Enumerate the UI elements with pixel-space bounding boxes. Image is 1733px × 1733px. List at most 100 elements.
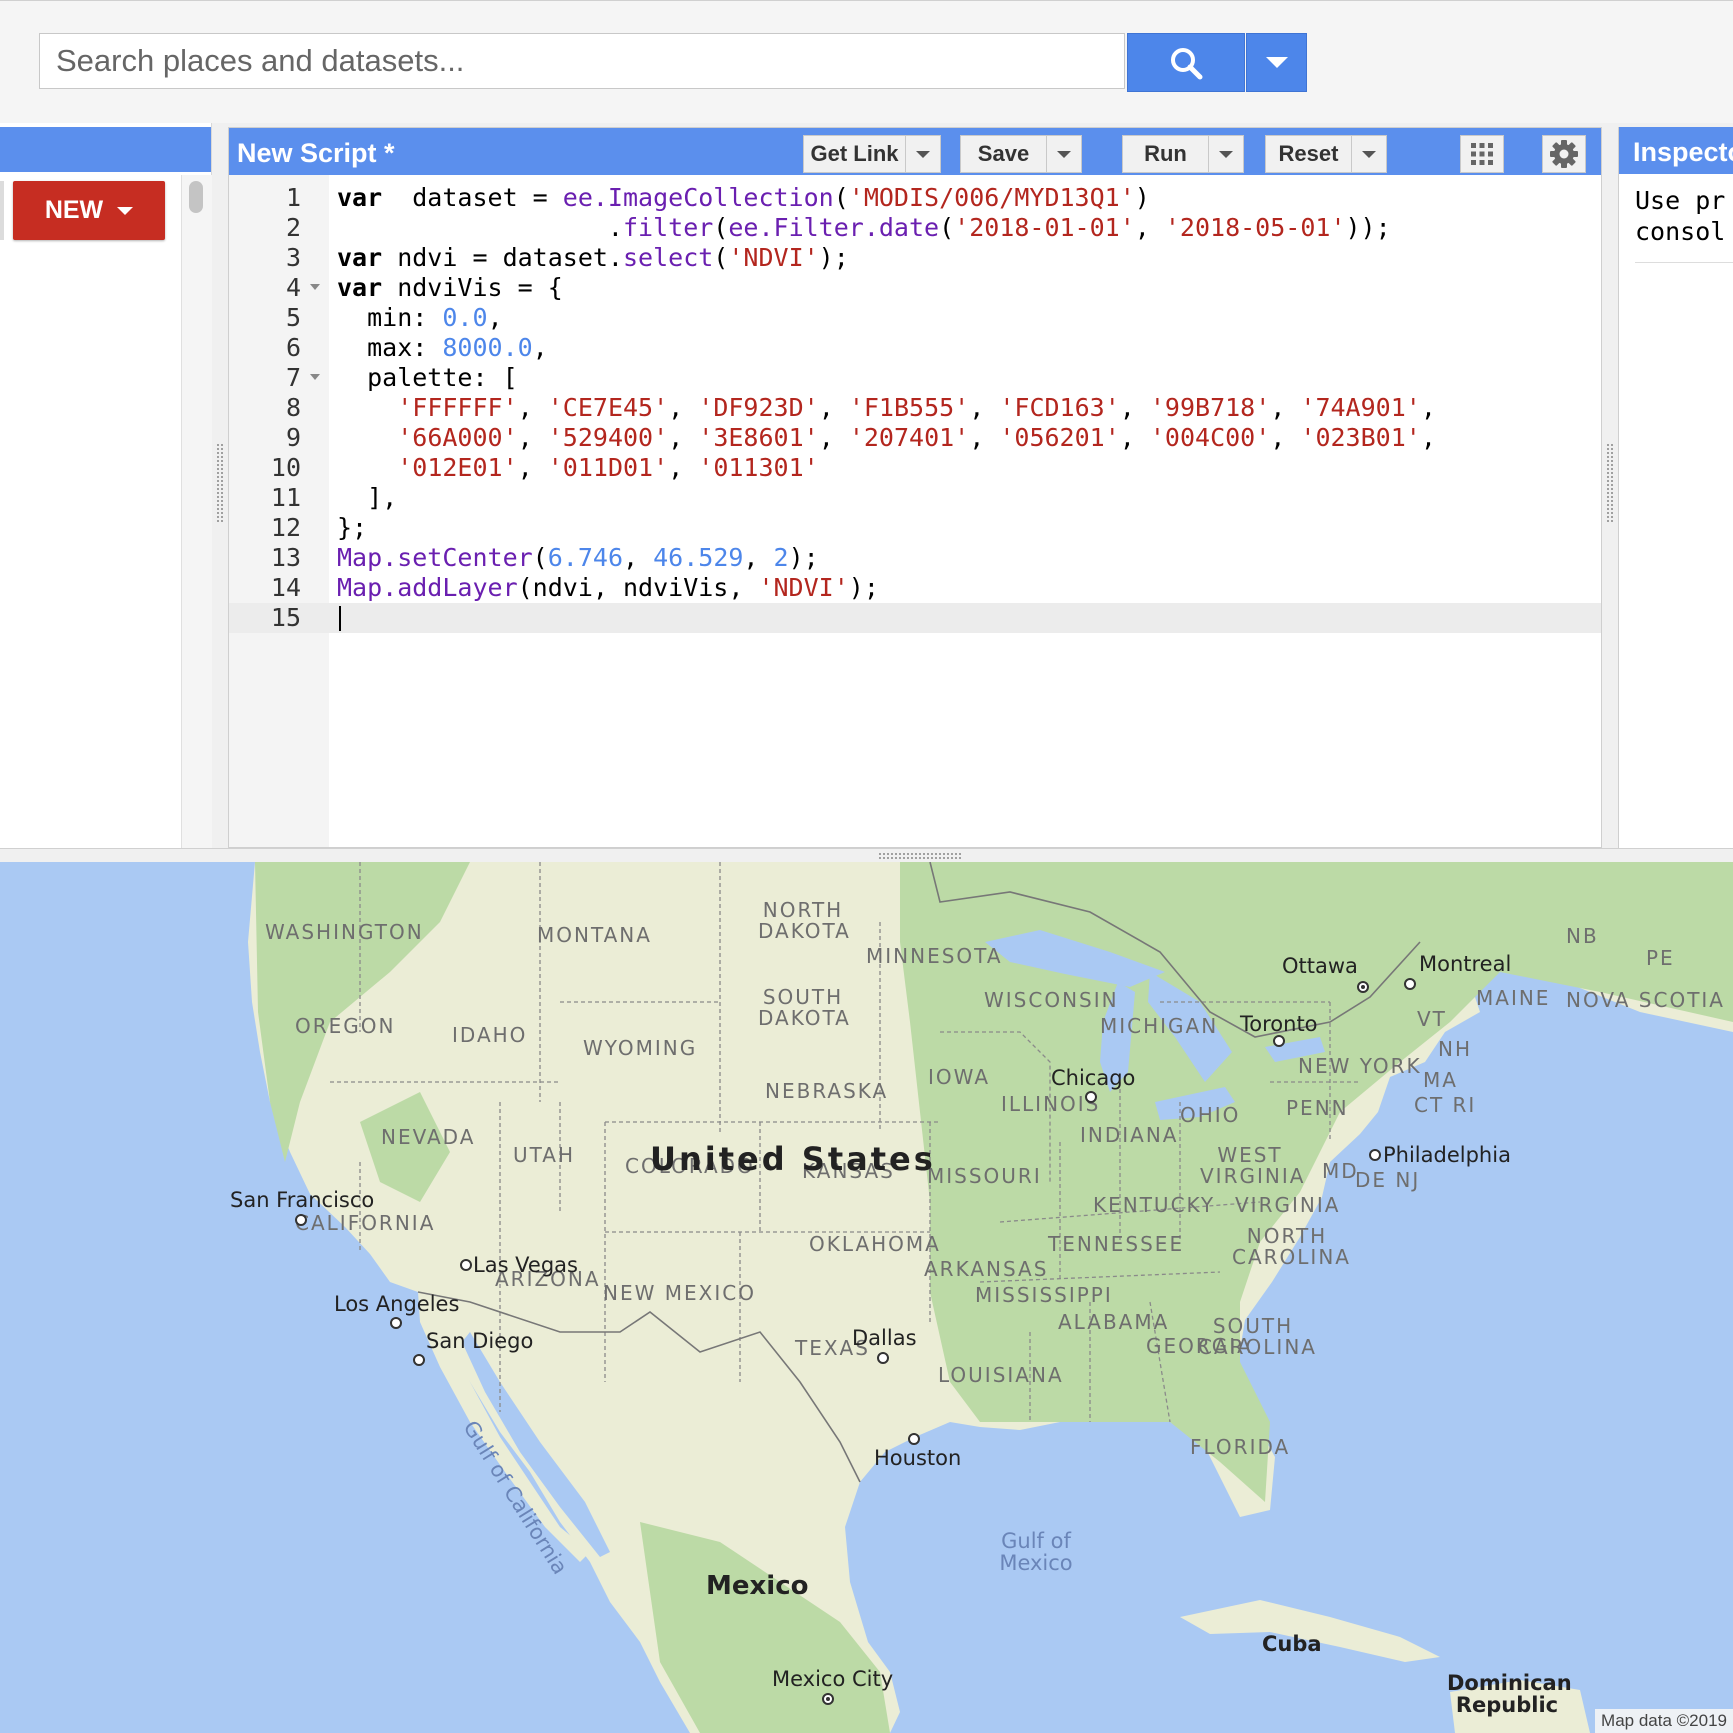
code-text[interactable]: min: 0.0, bbox=[337, 303, 502, 333]
save-dropdown[interactable] bbox=[1046, 136, 1081, 172]
settings-button[interactable] bbox=[1542, 135, 1586, 173]
search-options-button[interactable] bbox=[1246, 33, 1307, 92]
code-token: '004C00' bbox=[1149, 423, 1271, 452]
editor-toolbar: New Script * Get Link Save Run Reset bbox=[229, 128, 1601, 175]
code-area[interactable]: 1 var dataset = ee.ImageCollection('MODIS… bbox=[229, 175, 1601, 847]
code-line[interactable]: 14 Map.addLayer(ndvi, ndviVis, 'NDVI'); bbox=[229, 573, 1601, 603]
map-label-state: LOUISIANA bbox=[938, 1363, 1064, 1387]
code-token: 0.0 bbox=[442, 303, 488, 332]
code-token: 'NDVI' bbox=[728, 243, 819, 272]
code-line[interactable]: 11 ], bbox=[229, 483, 1601, 513]
new-button[interactable]: NEW bbox=[13, 181, 165, 240]
map-base-layer bbox=[248, 862, 1733, 1733]
code-line[interactable]: 2 .filter(ee.Filter.date('2018-01-01', '… bbox=[229, 213, 1601, 243]
right-panel-resizer[interactable] bbox=[1602, 123, 1618, 848]
left-panel-resizer[interactable] bbox=[212, 123, 228, 848]
code-token: '012E01' bbox=[397, 453, 518, 482]
inspector-message-line: consol bbox=[1635, 217, 1726, 246]
map-attribution[interactable]: Map data ©2019 bbox=[1595, 1709, 1733, 1733]
run-button[interactable]: Run bbox=[1122, 135, 1244, 173]
code-token: , bbox=[517, 453, 548, 482]
code-text[interactable]: palette: [ bbox=[337, 363, 518, 393]
code-text[interactable]: .filter(ee.Filter.date('2018-01-01', '20… bbox=[337, 213, 1391, 243]
map-label-state: SOUTH CAROLINA bbox=[1198, 1314, 1317, 1359]
fold-arrow-icon[interactable] bbox=[310, 374, 320, 380]
code-token: '3E8601' bbox=[698, 423, 819, 452]
map-view[interactable]: WASHINGTON MONTANA NORTH DAKOTA MINNESOT… bbox=[0, 862, 1733, 1733]
code-text[interactable]: Map.addLayer(ndvi, ndviVis, 'NDVI'); bbox=[337, 573, 879, 603]
get-link-button[interactable]: Get Link bbox=[803, 135, 941, 173]
code-text[interactable]: max: 8000.0, bbox=[337, 333, 548, 363]
city-marker-icon bbox=[1273, 1035, 1285, 1047]
scripts-scrollbar[interactable] bbox=[181, 175, 212, 848]
code-token: 6.746 bbox=[547, 543, 623, 572]
map-label-state: OREGON bbox=[295, 1014, 396, 1038]
map-label-state: ARKANSAS bbox=[924, 1257, 1049, 1281]
code-text[interactable]: Map.setCenter(6.746, 46.529, 2); bbox=[337, 543, 819, 573]
code-token: min: bbox=[337, 303, 443, 332]
code-text[interactable]: 'FFFFFF', 'CE7E45', 'DF923D', 'F1B555', … bbox=[337, 393, 1436, 423]
code-token: , bbox=[623, 543, 654, 572]
code-text[interactable]: '012E01', '011D01', '011301' bbox=[337, 453, 818, 483]
code-text[interactable]: '66A000', '529400', '3E8601', '207401', … bbox=[337, 423, 1436, 453]
code-line[interactable]: 3 var ndvi = dataset.select('NDVI'); bbox=[229, 243, 1601, 273]
code-line[interactable]: 1 var dataset = ee.ImageCollection('MODIS… bbox=[229, 183, 1601, 213]
code-token: 'MODIS/006/MYD13Q1' bbox=[848, 183, 1135, 212]
code-token: , bbox=[1420, 393, 1436, 422]
new-button-label: NEW bbox=[44, 196, 104, 224]
code-line[interactable]: 8 'FFFFFF', 'CE7E45', 'DF923D', 'F1B555'… bbox=[229, 393, 1601, 423]
fold-arrow-icon[interactable] bbox=[310, 284, 320, 290]
code-text[interactable]: var ndviVis = { bbox=[337, 273, 563, 303]
save-label: Save bbox=[977, 141, 1030, 166]
capital-marker-icon bbox=[1357, 981, 1369, 993]
code-line[interactable]: 9 '66A000', '529400', '3E8601', '207401'… bbox=[229, 423, 1601, 453]
code-line[interactable]: 13 Map.setCenter(6.746, 46.529, 2); bbox=[229, 543, 1601, 573]
code-token: , bbox=[1270, 423, 1301, 452]
code-text[interactable]: }; bbox=[337, 513, 367, 543]
code-token: 'FCD163' bbox=[999, 393, 1120, 422]
map-label-city: Dallas bbox=[852, 1326, 917, 1350]
code-line[interactable]: 12}; bbox=[229, 513, 1601, 543]
code-text[interactable]: ], bbox=[337, 483, 397, 513]
code-line[interactable]: 6 max: 8000.0, bbox=[229, 333, 1601, 363]
code-token: ); bbox=[818, 243, 849, 272]
code-line[interactable]: 5 min: 0.0, bbox=[229, 303, 1601, 333]
search-button[interactable] bbox=[1127, 33, 1245, 92]
code-line[interactable]: 7 palette: [ bbox=[229, 363, 1601, 393]
map-label-state: WISCONSIN bbox=[984, 988, 1119, 1012]
code-line[interactable]: 15 bbox=[229, 603, 1601, 633]
script-title[interactable]: New Script * bbox=[237, 138, 395, 169]
scripts-panel: NEW bbox=[0, 123, 212, 848]
search-icon bbox=[1171, 47, 1203, 79]
save-button[interactable]: Save bbox=[960, 135, 1082, 173]
code-token: , bbox=[1119, 423, 1150, 452]
code-text[interactable]: var dataset = ee.ImageCollection('MODIS/… bbox=[337, 183, 1150, 213]
run-dropdown[interactable] bbox=[1208, 136, 1243, 172]
reset-button[interactable]: Reset bbox=[1265, 135, 1387, 173]
code-token: , bbox=[532, 333, 548, 362]
line-number: 2 bbox=[285, 213, 301, 242]
code-token: dataset = bbox=[382, 183, 563, 212]
city-marker-icon bbox=[1085, 1091, 1097, 1103]
code-token: , bbox=[1119, 393, 1150, 422]
caret-down-icon bbox=[117, 206, 134, 215]
code-text[interactable]: var ndvi = dataset.select('NDVI'); bbox=[337, 243, 849, 273]
map-label-island: Cuba bbox=[1262, 1632, 1322, 1656]
map-resizer[interactable] bbox=[0, 848, 1733, 863]
code-line[interactable]: 10 '012E01', '011D01', '011301' bbox=[229, 453, 1601, 483]
search-input[interactable] bbox=[39, 33, 1125, 89]
code-line[interactable]: 4 var ndviVis = { bbox=[229, 273, 1601, 303]
tab-inspector[interactable]: Inspector bbox=[1633, 137, 1733, 168]
code-token: ( bbox=[713, 243, 729, 272]
apps-button[interactable] bbox=[1460, 135, 1504, 173]
code-token: ( bbox=[939, 213, 955, 242]
map-label-city: Toronto bbox=[1240, 1012, 1318, 1036]
map-label-island: Dominican Republic bbox=[1447, 1671, 1572, 1717]
map-label-state: MD bbox=[1322, 1159, 1359, 1183]
line-number: 15 bbox=[270, 603, 301, 632]
line-number: 14 bbox=[270, 573, 301, 602]
get-link-dropdown[interactable] bbox=[905, 136, 940, 172]
reset-dropdown[interactable] bbox=[1351, 136, 1386, 172]
scrollbar-thumb[interactable] bbox=[189, 181, 203, 213]
